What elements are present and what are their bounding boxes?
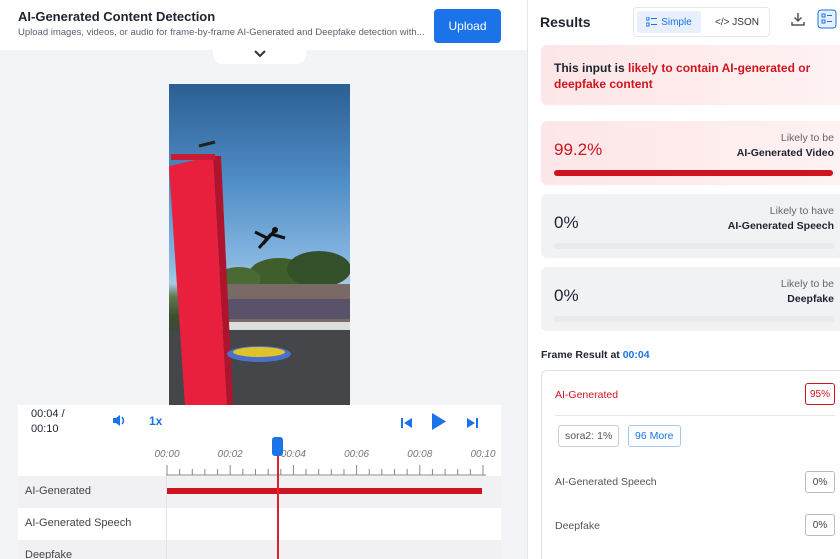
frame-time: 00:04 — [622, 349, 650, 361]
model-chip[interactable]: sora2: 1% — [558, 425, 620, 447]
result-percentage: 0% — [554, 286, 579, 305]
verdict-alert: This input is likely to contain AI-gener… — [541, 45, 840, 105]
result-card-deepfake: 0% Likely to be Deepfake — [541, 267, 840, 331]
ruler-ticks — [166, 465, 486, 476]
result-card-speech: 0% Likely to have AI-Generated Speech — [541, 194, 840, 258]
time-display: 00:04 / 00:10 — [31, 407, 65, 437]
divider — [555, 415, 835, 416]
json-view-button[interactable]: </> JSON — [706, 11, 768, 33]
result-caption: Likely to have — [769, 205, 834, 217]
track-divider — [166, 540, 167, 559]
playhead-handle[interactable] — [272, 437, 283, 456]
ruler-tick-label: 00:02 — [217, 449, 243, 460]
track-label: Deepfake — [25, 549, 73, 559]
play-icon[interactable] — [431, 412, 447, 436]
result-caption: Likely to be — [780, 278, 834, 290]
result-label: AI-Generated Video — [736, 147, 834, 159]
skip-back-icon[interactable] — [401, 416, 413, 434]
detection-bar — [167, 488, 482, 494]
track-row[interactable]: Deepfake — [18, 540, 501, 559]
ruler-tick-label: 00:08 — [407, 449, 433, 460]
ruler-tick-label: 00:04 — [280, 449, 306, 460]
result-percentage: 99.2% — [554, 140, 603, 159]
result-percentage: 0% — [554, 213, 579, 232]
alert-prefix: This input is — [554, 61, 628, 75]
track-row[interactable]: AI-Generated Speech — [18, 508, 501, 540]
track-label: AI-Generated — [25, 485, 92, 497]
result-label: AI-Generated Speech — [727, 220, 834, 232]
ruler-tick-label: 00:10 — [470, 449, 496, 460]
video-preview[interactable] — [169, 84, 350, 406]
result-caption: Likely to be — [780, 132, 834, 144]
collapse-toggle[interactable] — [213, 44, 306, 64]
track-divider — [166, 508, 167, 540]
progress-fill — [554, 170, 833, 176]
playhead-line — [277, 444, 279, 559]
results-title: Results — [540, 14, 591, 30]
simple-view-button[interactable]: Simple — [637, 11, 701, 33]
media-panel: AI-Generated Content Detection Upload im… — [0, 0, 527, 559]
list-icon — [646, 17, 658, 27]
ruler-tick-label: 00:06 — [344, 449, 370, 460]
result-progress — [554, 170, 835, 176]
frame-result-box: AI-Generated 95% sora2: 1% 96 More AI-Ge… — [541, 370, 840, 559]
track-label: AI-Generated Speech — [25, 517, 132, 529]
view-toggle: Simple </> JSON — [633, 7, 770, 37]
frame-heading-text: Frame Result at — [541, 349, 623, 361]
frame-row-label: Deepfake — [555, 520, 600, 532]
skip-forward-icon[interactable] — [466, 416, 478, 434]
frame-result-heading: Frame Result at 00:04 — [541, 349, 650, 361]
report-icon[interactable] — [817, 9, 837, 34]
result-label: Deepfake — [787, 293, 834, 305]
simple-label: Simple — [661, 16, 692, 28]
player-controls: 00:04 / 00:10 1x 00:00 00:02 00:04 00:06 00:… — [18, 405, 501, 559]
upload-button[interactable]: Upload — [434, 9, 501, 43]
more-models-button[interactable]: 96 More — [628, 425, 681, 447]
timeline-ruler[interactable]: 00:00 00:02 00:04 00:06 00:08 00:10 — [154, 443, 496, 476]
page-subtitle: Upload images, videos, or audio for fram… — [18, 27, 425, 38]
page-title: AI-Generated Content Detection — [18, 9, 216, 24]
result-progress — [554, 316, 835, 322]
result-card-video: 99.2% Likely to be AI-Generated Video — [541, 121, 840, 185]
track-row[interactable]: AI-Generated — [18, 476, 501, 508]
video-frame — [169, 140, 350, 406]
frame-score-badge: 0% — [805, 471, 835, 493]
download-icon[interactable] — [791, 12, 805, 31]
current-time: 00:04 / — [31, 408, 65, 420]
results-panel: Results Simple </> JSON This input is li… — [527, 0, 840, 559]
volume-icon[interactable] — [112, 414, 127, 432]
total-time: 00:10 — [31, 423, 59, 435]
frame-score-badge: 0% — [805, 514, 835, 536]
ruler-tick-label: 00:00 — [154, 449, 180, 460]
page-header: AI-Generated Content Detection Upload im… — [0, 0, 527, 50]
speed-button[interactable]: 1x — [149, 414, 162, 428]
frame-row-label: AI-Generated — [555, 389, 619, 401]
frame-row-label: AI-Generated Speech — [555, 476, 657, 488]
frame-score-badge: 95% — [805, 383, 835, 405]
chevron-down-icon — [253, 50, 266, 58]
result-progress — [554, 243, 835, 249]
